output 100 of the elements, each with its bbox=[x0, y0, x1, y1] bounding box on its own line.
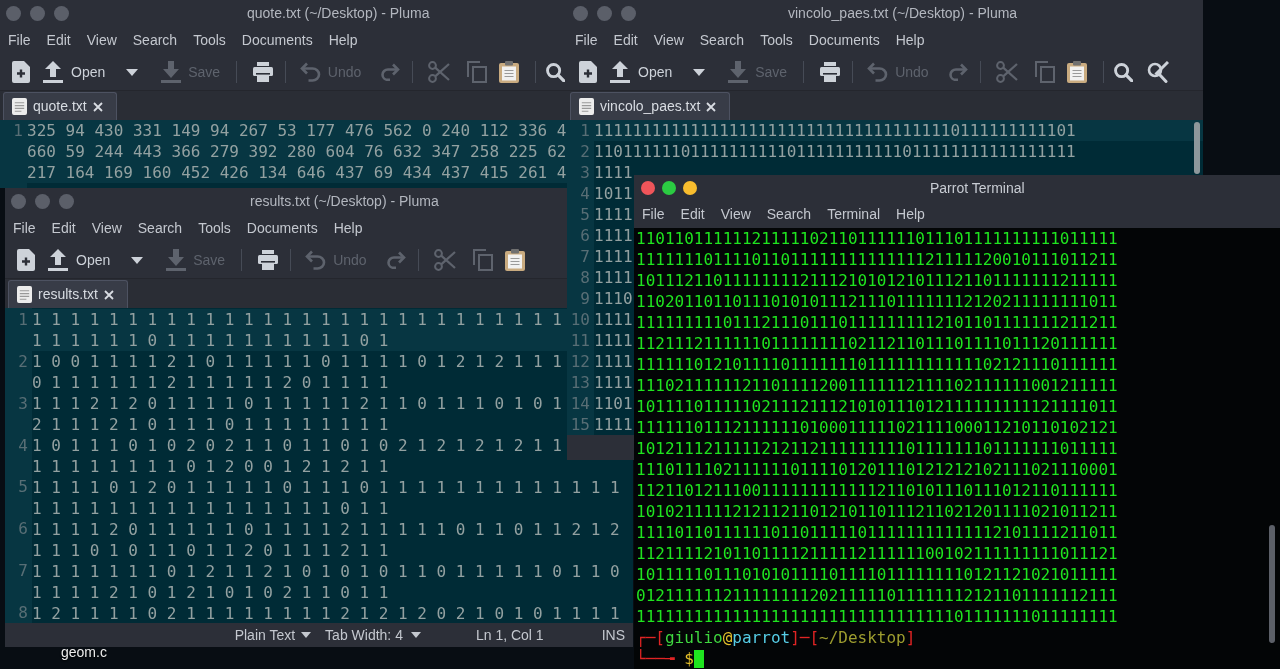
menu-item[interactable]: Documents bbox=[233, 29, 321, 51]
language-dropdown[interactable]: Plain Text bbox=[234, 624, 312, 646]
text-line: 1 1 1 0 1 0 1 1 0 1 1 2 0 1 1 1 2 1 1 bbox=[32, 540, 389, 561]
window-title: vincolo_paes.txt (~/Desktop) - Pluma bbox=[788, 3, 1018, 23]
copy-icon bbox=[1034, 61, 1055, 83]
prompt-frame: └──╼ bbox=[636, 648, 675, 669]
menu-item[interactable]: File bbox=[567, 29, 606, 51]
menu-item[interactable]: File bbox=[5, 217, 44, 239]
download-icon bbox=[728, 61, 749, 83]
menu-item[interactable]: Search bbox=[691, 29, 753, 51]
document-tab[interactable]: results.txt bbox=[8, 280, 128, 308]
desktop-file-label[interactable]: geom.c bbox=[61, 645, 107, 660]
printer-icon bbox=[820, 62, 841, 82]
window-control-icon[interactable] bbox=[683, 181, 697, 195]
menu-item[interactable]: Edit bbox=[672, 204, 713, 225]
tab-width-dropdown[interactable]: Tab Width: 4 bbox=[325, 624, 421, 646]
text-line: 1110 bbox=[594, 288, 633, 309]
window-title: Parrot Terminal bbox=[930, 178, 1025, 198]
prompt-path: ~/Desktop bbox=[819, 627, 906, 648]
undo-icon bbox=[867, 62, 889, 82]
menu-item[interactable]: Help bbox=[320, 29, 366, 51]
line-number: 11 bbox=[570, 330, 590, 351]
line-number: 5 bbox=[18, 476, 28, 498]
menu-item[interactable]: Edit bbox=[38, 29, 79, 51]
text-line: 1111 bbox=[594, 351, 633, 372]
menu-item[interactable]: Help bbox=[887, 29, 933, 51]
terminal-output-line: 10111211011111111211121010121011121101111111211111 bbox=[636, 270, 1118, 291]
line-number: 1 bbox=[18, 309, 28, 330]
text-line: 1 1 1 1 1 1 1 1 1 1 1 1 1 1 1 1 1 1 1 1 1 1 1 1 1 1 1 1 bbox=[32, 309, 562, 330]
printer-icon bbox=[253, 62, 273, 82]
document-tab[interactable]: quote.txt bbox=[3, 92, 117, 120]
text-line: 1 1 1 1 1 1 0 1 1 1 1 1 1 1 1 1 1 0 1 bbox=[32, 330, 389, 351]
undo-icon bbox=[299, 62, 321, 82]
window-control-icon[interactable] bbox=[641, 181, 655, 195]
search-icon bbox=[546, 62, 565, 82]
menu-item[interactable]: Help bbox=[888, 204, 933, 225]
terminal-output-line: 11211012111001111111111112110101110111012110111111 bbox=[636, 480, 1118, 501]
menu-item[interactable]: View bbox=[83, 217, 130, 239]
terminal-output-line: 11211121111110111111110211211011101111011120111111 bbox=[636, 333, 1118, 354]
terminal-output-line: 11110110111111011011111011111111111112101111211011 bbox=[636, 522, 1118, 543]
search-pen-icon bbox=[1146, 61, 1169, 83]
prompt-symbol: $ bbox=[684, 648, 694, 669]
scissors-icon bbox=[428, 61, 451, 83]
new-file-icon bbox=[12, 61, 30, 83]
scissors-icon bbox=[995, 61, 1018, 83]
menu-item[interactable]: Documents bbox=[800, 29, 888, 51]
close-icon[interactable] bbox=[706, 101, 717, 112]
window-title: quote.txt (~/Desktop) - Pluma bbox=[247, 3, 430, 23]
redo-icon bbox=[948, 63, 968, 81]
terminal-output-line: 11101111021111110111101201110121212102111021110001 bbox=[636, 459, 1118, 480]
text-line: 1 1 1 1 2 0 1 1 1 1 1 0 1 1 1 1 2 1 1 1 1 1 0 1 1 0 1 1 2 1 2 bbox=[32, 519, 620, 540]
menu-item[interactable]: Edit bbox=[43, 217, 84, 239]
menu-item[interactable]: Search bbox=[758, 204, 820, 225]
terminal-output-line: 11211112101101111211111211111100102111111111011121 bbox=[636, 543, 1118, 564]
menu-item[interactable]: Search bbox=[124, 29, 186, 51]
terminal-output-line: 11111101112111111010001111102111100011210110102121 bbox=[636, 417, 1118, 438]
close-icon[interactable] bbox=[92, 101, 103, 112]
text-line: 1111 bbox=[594, 162, 633, 183]
menu-item[interactable]: File bbox=[0, 29, 39, 51]
menu-item[interactable]: Terminal bbox=[819, 204, 889, 225]
line-number: 2 bbox=[18, 350, 28, 372]
text-line: 11011111101111111111011111111111011111111111111111 bbox=[594, 141, 1076, 162]
menu-item[interactable]: View bbox=[712, 204, 759, 225]
caret-icon bbox=[126, 68, 139, 76]
menu-item[interactable]: Tools bbox=[190, 217, 239, 239]
menu-item[interactable]: Edit bbox=[605, 29, 646, 51]
window-control-icon[interactable] bbox=[662, 181, 676, 195]
cursor-icon bbox=[693, 649, 704, 668]
line-number: 6 bbox=[18, 518, 28, 540]
line-number: 8 bbox=[18, 602, 28, 623]
text-line: 1 1 1 1 1 1 1 1 0 1 2 0 0 1 2 1 2 1 1 bbox=[32, 456, 389, 477]
undo-icon bbox=[305, 250, 327, 270]
text-line: 1101 bbox=[594, 393, 633, 414]
line-number: 7 bbox=[580, 246, 590, 267]
new-file-icon bbox=[579, 61, 597, 83]
menu-item[interactable]: Help bbox=[325, 217, 371, 239]
menu-item[interactable]: View bbox=[645, 29, 692, 51]
copy-icon bbox=[467, 61, 488, 83]
text-line: 325 94 430 331 149 94 267 53 177 476 562 0 240 112 336 4 bbox=[27, 120, 567, 141]
download-icon bbox=[161, 61, 182, 83]
caret-icon bbox=[693, 68, 706, 76]
open-button[interactable]: Open bbox=[41, 244, 117, 276]
redo-icon bbox=[381, 63, 401, 81]
menu-item[interactable]: Tools bbox=[752, 29, 801, 51]
document-tab[interactable]: vincolo_paes.txt bbox=[570, 92, 731, 120]
menu-item[interactable]: View bbox=[78, 29, 125, 51]
menu-item[interactable]: Documents bbox=[238, 217, 326, 239]
open-button[interactable]: Open bbox=[36, 56, 112, 88]
open-button[interactable]: Open bbox=[603, 56, 679, 88]
terminal-output-line: 11111111111111111111111111111111101111111011111111 bbox=[636, 606, 1118, 627]
clipboard-icon bbox=[504, 249, 525, 271]
menu-item[interactable]: File bbox=[634, 204, 673, 225]
menu-item[interactable]: Tools bbox=[185, 29, 234, 51]
text-line: 1111 bbox=[594, 267, 633, 288]
text-line: 11111111111111111111111111111111111110111111111101 bbox=[594, 120, 1076, 141]
menu-item[interactable]: Search bbox=[129, 217, 191, 239]
text-line: 1 1 1 1 2 1 0 1 2 1 0 1 0 2 1 1 0 1 1 bbox=[32, 582, 389, 603]
prompt-username: giulio bbox=[664, 627, 723, 648]
terminal-output-line: 10121112111112121121111111110111111101111111011111 bbox=[636, 438, 1118, 459]
close-icon[interactable] bbox=[103, 289, 114, 300]
